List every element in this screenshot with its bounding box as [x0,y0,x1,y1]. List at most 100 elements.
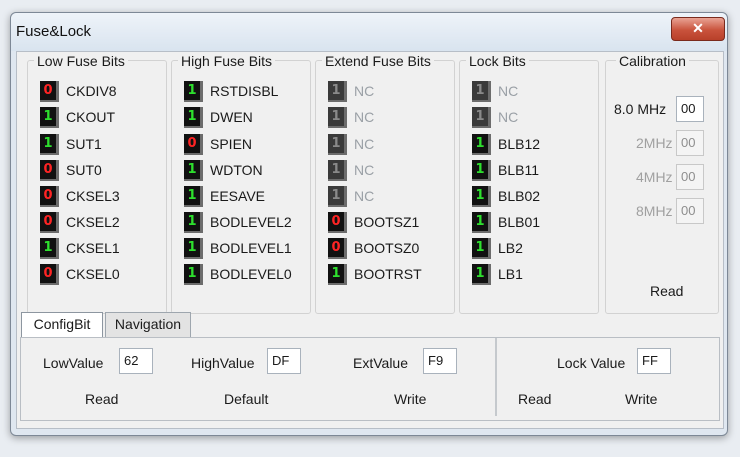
bit-toggle[interactable]: 1 [184,212,203,233]
tab-configbit[interactable]: ConfigBit [21,312,103,339]
low-bit-row[interactable]: 0 CKSEL0 [40,263,170,285]
lock-value-label: Lock Value [557,355,626,371]
bit-toggle[interactable]: 1 [472,212,491,233]
high-bit-row[interactable]: 1 EESAVE [184,185,314,207]
lock-bit-row[interactable]: 1 LB2 [472,237,602,259]
lock-read-button[interactable]: Read [518,391,551,407]
lock-bit-row[interactable]: 1 BLB11 [472,159,602,181]
tab-configbit-label: ConfigBit [33,316,91,332]
bit-toggle[interactable]: 1 [184,186,203,207]
low-value-field[interactable]: 62 [119,348,153,374]
bit-toggle[interactable]: 0 [328,238,347,259]
cal-4mhz-field[interactable]: 00 [676,164,704,190]
cal-2mhz-field[interactable]: 00 [676,130,704,156]
bit-toggle[interactable]: 1 [184,81,203,102]
bit-name: LB1 [498,266,523,282]
ext-value-field[interactable]: F9 [423,348,457,374]
bit-toggle[interactable]: 1 [40,107,59,128]
high-bit-row[interactable]: 1 WDTON [184,159,314,181]
low-bit-row[interactable]: 1 SUT1 [40,133,170,155]
bit-toggle[interactable]: 1 [472,107,491,128]
high-bit-row[interactable]: 0 SPIEN [184,133,314,155]
high-fuse-bits-group: High Fuse Bits 1 RSTDISBL 1 DWEN 0 SPIEN 1 WDTO… [171,53,314,314]
lock-value-field[interactable]: FF [637,348,671,374]
lock-write-button[interactable]: Write [625,391,657,407]
bit-toggle[interactable]: 1 [328,264,347,285]
ext-bit-row[interactable]: 1 NC [328,80,458,102]
high-bit-row[interactable]: 1 BODLEVEL1 [184,237,314,259]
bit-toggle[interactable]: 1 [472,264,491,285]
high-bit-row[interactable]: 1 BODLEVEL2 [184,211,314,233]
ext-bit-row[interactable]: 1 NC [328,106,458,128]
bit-toggle[interactable]: 1 [328,107,347,128]
ext-bit-row[interactable]: 1 BOOTRST [328,263,458,285]
fuse-lock-window: Fuse&Lock ✕ Low Fuse Bits 0 CKDIV8 1 CKOUT 1… [10,12,728,436]
bit-toggle[interactable]: 1 [40,238,59,259]
bit-toggle[interactable]: 1 [328,186,347,207]
title-bar[interactable]: Fuse&Lock ✕ [11,13,727,51]
lock-bit-row[interactable]: 1 BLB12 [472,133,602,155]
bit-toggle[interactable]: 1 [184,160,203,181]
high-value-label: HighValue [191,355,255,371]
bit-name: SPIEN [210,136,253,152]
bit-toggle[interactable]: 1 [328,81,347,102]
low-bit-row[interactable]: 0 SUT0 [40,159,170,181]
ext-bit-row[interactable]: 0 BOOTSZ1 [328,211,458,233]
bit-toggle[interactable]: 1 [328,160,347,181]
lock-bit-row[interactable]: 1 NC [472,80,602,102]
bit-name: BODLEVEL2 [210,214,292,230]
low-bit-row[interactable]: 1 CKSEL1 [40,237,170,259]
bit-toggle[interactable]: 0 [184,134,203,155]
client-area: Low Fuse Bits 0 CKDIV8 1 CKOUT 1 SUT1 0 SUT0 0 CK… [16,51,724,429]
ext-bit-row[interactable]: 1 NC [328,133,458,155]
close-button[interactable]: ✕ [671,17,725,41]
bit-name: NC [498,83,519,99]
configbit-panel: LowValue 62 HighValue DF ExtValue F9 Rea… [20,337,720,421]
bit-name: LB2 [498,240,523,256]
cal-8mhz-field[interactable]: 00 [676,96,704,122]
lock-bit-row[interactable]: 1 NC [472,106,602,128]
bit-toggle[interactable]: 1 [472,134,491,155]
high-bit-row[interactable]: 1 DWEN [184,106,314,128]
bit-toggle[interactable]: 0 [40,81,59,102]
bit-name: BLB12 [498,136,541,152]
high-value-field[interactable]: DF [267,348,301,374]
tab-navigation[interactable]: Navigation [105,312,191,337]
bit-toggle[interactable]: 1 [40,134,59,155]
bit-toggle[interactable]: 1 [472,238,491,259]
bit-toggle[interactable]: 1 [184,107,203,128]
ext-bit-row[interactable]: 0 BOOTSZ0 [328,237,458,259]
ext-bit-row[interactable]: 1 NC [328,159,458,181]
high-bit-row[interactable]: 1 BODLEVEL0 [184,263,314,285]
bit-toggle[interactable]: 0 [40,212,59,233]
bit-toggle[interactable]: 1 [328,134,347,155]
calibration-title: Calibration [616,53,689,69]
low-bit-row[interactable]: 0 CKSEL3 [40,185,170,207]
low-bit-row[interactable]: 0 CKDIV8 [40,80,170,102]
bit-toggle[interactable]: 1 [184,238,203,259]
bit-toggle[interactable]: 0 [40,160,59,181]
ext-bit-row[interactable]: 1 NC [328,185,458,207]
bit-toggle[interactable]: 1 [472,186,491,207]
bit-toggle[interactable]: 0 [328,212,347,233]
low-bit-row[interactable]: 0 CKSEL2 [40,211,170,233]
bit-toggle[interactable]: 1 [184,264,203,285]
bit-toggle[interactable]: 0 [40,264,59,285]
write-button[interactable]: Write [394,391,426,407]
lock-bit-row[interactable]: 1 BLB02 [472,185,602,207]
high-bit-row[interactable]: 1 RSTDISBL [184,80,314,102]
cal-8mhz-alt-field[interactable]: 00 [676,198,704,224]
bit-name: RSTDISBL [210,83,279,99]
bit-name: BLB02 [498,188,541,204]
bit-toggle[interactable]: 1 [472,160,491,181]
calibration-read-button[interactable]: Read [650,283,683,299]
bit-toggle[interactable]: 1 [472,81,491,102]
default-button[interactable]: Default [224,391,268,407]
lock-bit-row[interactable]: 1 LB1 [472,263,602,285]
bit-name: BOOTSZ1 [354,214,420,230]
lock-bit-row[interactable]: 1 BLB01 [472,211,602,233]
bit-toggle[interactable]: 0 [40,186,59,207]
read-button[interactable]: Read [85,391,118,407]
bit-name: NC [354,109,375,125]
low-bit-row[interactable]: 1 CKOUT [40,106,170,128]
